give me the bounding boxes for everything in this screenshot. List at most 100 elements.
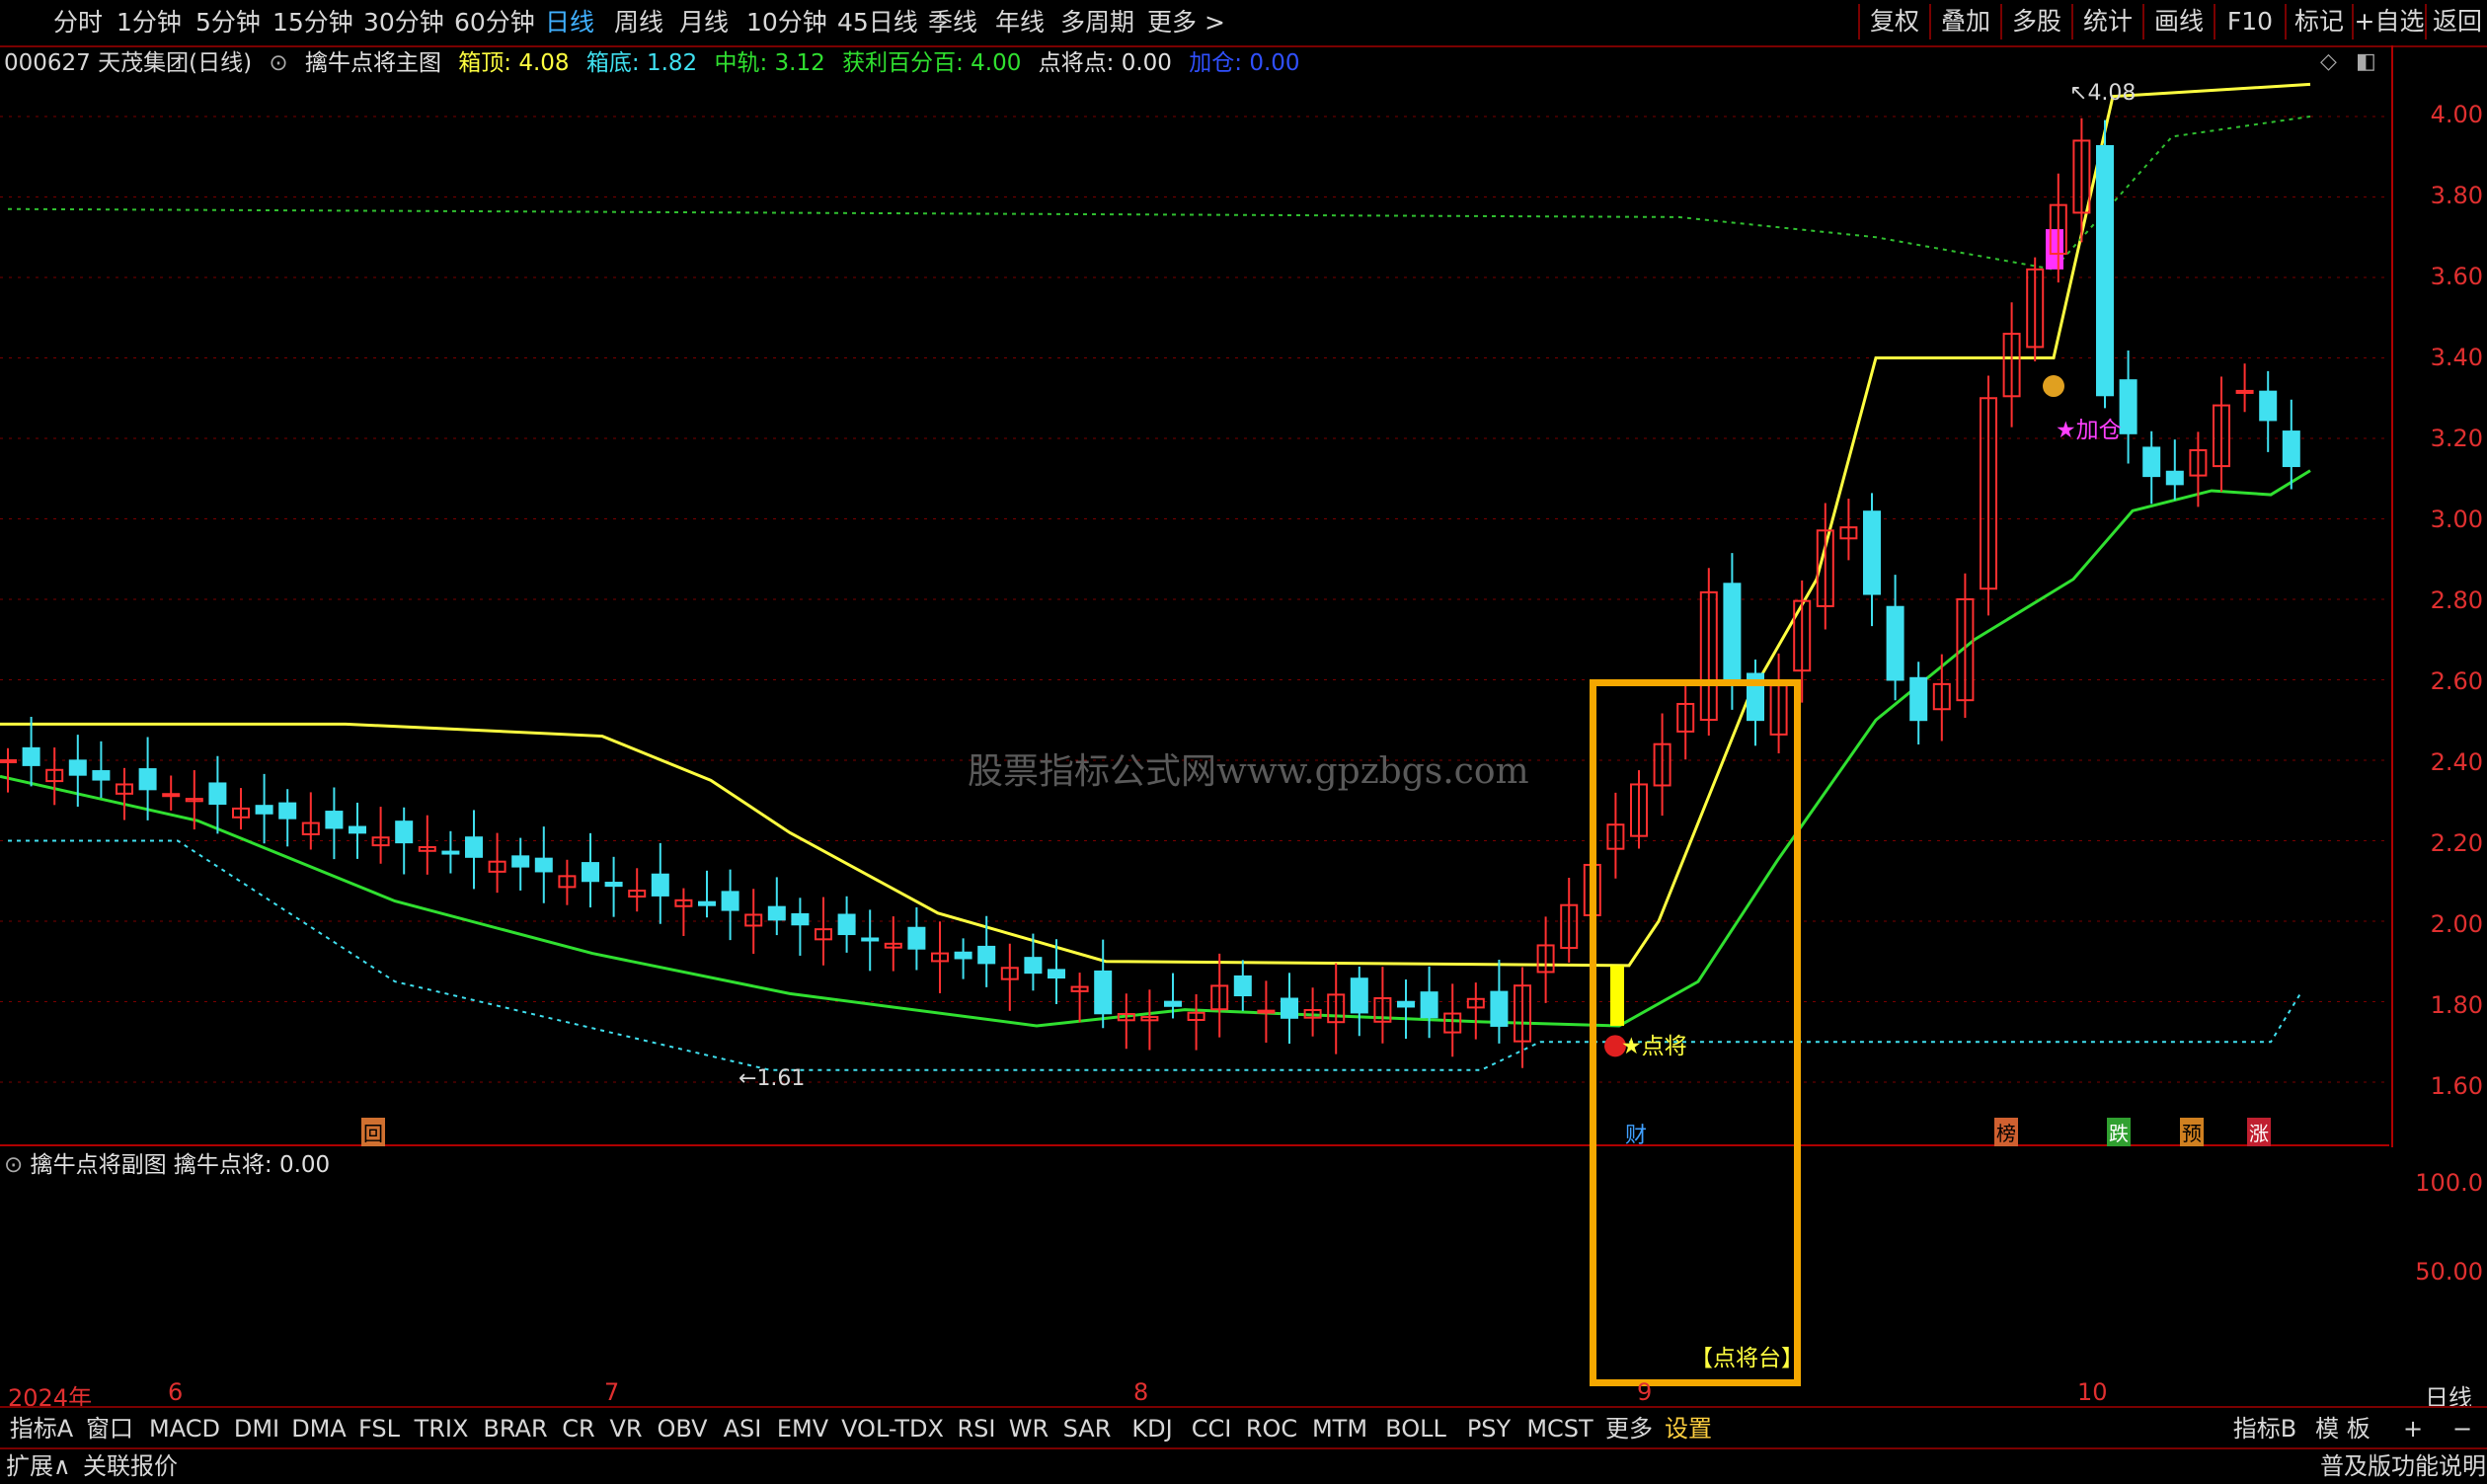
period-60min[interactable]: 60分钟 (454, 6, 535, 39)
tab-kdj[interactable]: KDJ (1122, 1412, 1183, 1445)
candle-body (651, 873, 669, 897)
multistock-button[interactable]: 多股 (2000, 4, 2071, 39)
tab-mcst[interactable]: MCST (1522, 1412, 1597, 1445)
marker-bang[interactable]: 榜 (1994, 1118, 2018, 1146)
candle-body (2096, 144, 2114, 397)
date-label: 7 (604, 1378, 620, 1406)
stats-button[interactable]: 统计 (2071, 4, 2142, 39)
period-quarter[interactable]: 季线 (928, 6, 977, 39)
period-15min[interactable]: 15分钟 (272, 6, 353, 39)
price-tick: 3.60 (2430, 263, 2483, 290)
date-label: 10 (2077, 1378, 2108, 1406)
period-30min[interactable]: 30分钟 (363, 6, 444, 39)
f10-button[interactable]: F10 (2214, 4, 2285, 39)
candle-body (441, 850, 460, 855)
template-button[interactable]: 模 板 (2308, 1412, 2377, 1445)
fuquan-button[interactable]: 复权 (1858, 4, 1929, 39)
period-1min[interactable]: 1分钟 (117, 6, 182, 39)
period-yearly[interactable]: 年线 (995, 6, 1045, 39)
tab-boll[interactable]: BOLL (1376, 1412, 1455, 1445)
zoom-out-button[interactable]: − (2443, 1412, 2482, 1445)
period-weekly[interactable]: 周线 (614, 6, 663, 39)
sub-indicator-label: 擒牛点将: (173, 1152, 272, 1178)
tab-roc[interactable]: ROC (1240, 1412, 1303, 1445)
price-tick: 3.40 (2430, 344, 2483, 371)
tab-obv[interactable]: OBV (652, 1412, 713, 1445)
candle-body (604, 882, 623, 888)
sub-toggle-icon[interactable]: ⊙ (4, 1152, 23, 1178)
tab-emv[interactable]: EMV (772, 1412, 833, 1445)
kline-chart[interactable] (0, 45, 2487, 1147)
candle-body (92, 770, 111, 781)
candle-body (325, 811, 344, 829)
candle-body (2142, 446, 2161, 478)
marker-die[interactable]: 跌 (2107, 1118, 2131, 1146)
mark-button[interactable]: 标记 (2285, 4, 2352, 39)
period-45day[interactable]: 45日线 (837, 6, 918, 39)
period-fenshi[interactable]: 分时 (53, 6, 103, 39)
candle-body (837, 913, 856, 936)
candle-body (1281, 997, 1298, 1019)
candle-body (278, 802, 297, 820)
tab-wr[interactable]: WR (1005, 1412, 1052, 1445)
candle-body (395, 820, 414, 844)
tab-brar[interactable]: BRAR (478, 1412, 553, 1445)
period-multi[interactable]: 多周期 (1060, 6, 1134, 39)
tab-dma[interactable]: DMA (288, 1412, 350, 1445)
tab-vr[interactable]: VR (604, 1412, 648, 1445)
tab-window[interactable]: 窗口 (81, 1412, 138, 1445)
overlay-button[interactable]: 叠加 (1929, 4, 2000, 39)
candle-body (68, 759, 87, 776)
tab-trix[interactable]: TRIX (409, 1412, 474, 1445)
candle-body (138, 768, 157, 791)
tab-more[interactable]: 更多 (1601, 1412, 1657, 1445)
tab-macd[interactable]: MACD (144, 1412, 225, 1445)
candle-body (1257, 1009, 1276, 1014)
tab-zhibiao-b[interactable]: 指标B (2225, 1412, 2304, 1445)
edition-help-link[interactable]: 普及版功能说明 (2320, 1451, 2486, 1482)
marker-zhang[interactable]: 涨 (2247, 1118, 2271, 1146)
draw-button[interactable]: 画线 (2142, 4, 2214, 39)
candle-body (162, 793, 181, 798)
tab-zhibiao-a[interactable]: 指标A (6, 1412, 77, 1445)
tab-cr[interactable]: CR (557, 1412, 600, 1445)
candle-body (1397, 1000, 1415, 1008)
marker-yu[interactable]: 预 (2180, 1118, 2204, 1146)
candle-body (2282, 430, 2300, 468)
price-tick: 1.80 (2430, 991, 2483, 1019)
period-daily[interactable]: 日线 (545, 6, 594, 39)
candle-body (1024, 957, 1043, 975)
candle-body (1094, 970, 1113, 1015)
tab-settings[interactable]: 设置 (1661, 1412, 1716, 1445)
high-price-label: ↖4.08 (2069, 81, 2137, 106)
back-button[interactable]: 返回 (2425, 4, 2487, 39)
date-label: 6 (168, 1378, 184, 1406)
tab-rsi[interactable]: RSI (952, 1412, 1001, 1445)
date-label: 8 (1133, 1378, 1149, 1406)
period-monthly[interactable]: 月线 (679, 6, 729, 39)
period-toolbar: 分时 1分钟 5分钟 15分钟 30分钟 60分钟 日线 周线 月线 10分钟 … (0, 0, 2487, 47)
price-tick: 4.00 (2430, 101, 2483, 128)
expand-button[interactable]: 扩展∧ (6, 1451, 71, 1482)
tab-fsl[interactable]: FSL (353, 1412, 405, 1445)
tab-sar[interactable]: SAR (1056, 1412, 1118, 1445)
candle-body (954, 951, 972, 960)
candle-body (0, 759, 17, 763)
tab-dmi[interactable]: DMI (229, 1412, 284, 1445)
tab-psy[interactable]: PSY (1459, 1412, 1518, 1445)
tab-vol-tdx[interactable]: VOL-TDX (837, 1412, 948, 1445)
period-10min[interactable]: 10分钟 (746, 6, 827, 39)
related-quote-button[interactable]: 关联报价 (83, 1451, 178, 1482)
marker-hui[interactable]: 回 (361, 1118, 385, 1146)
zoom-in-button[interactable]: + (2393, 1412, 2433, 1445)
period-more[interactable]: 更多 > (1147, 6, 1225, 39)
candle-body (1886, 605, 1904, 681)
period-5min[interactable]: 5分钟 (195, 6, 261, 39)
price-tick: 3.00 (2430, 506, 2483, 533)
tab-asi[interactable]: ASI (717, 1412, 768, 1445)
candle-body (861, 937, 880, 942)
tab-cci[interactable]: CCI (1187, 1412, 1236, 1445)
add-favorite-button[interactable]: +自选 (2352, 4, 2425, 39)
sub-indicator-name[interactable]: 擒牛点将副图 (31, 1152, 167, 1178)
tab-mtm[interactable]: MTM (1307, 1412, 1372, 1445)
